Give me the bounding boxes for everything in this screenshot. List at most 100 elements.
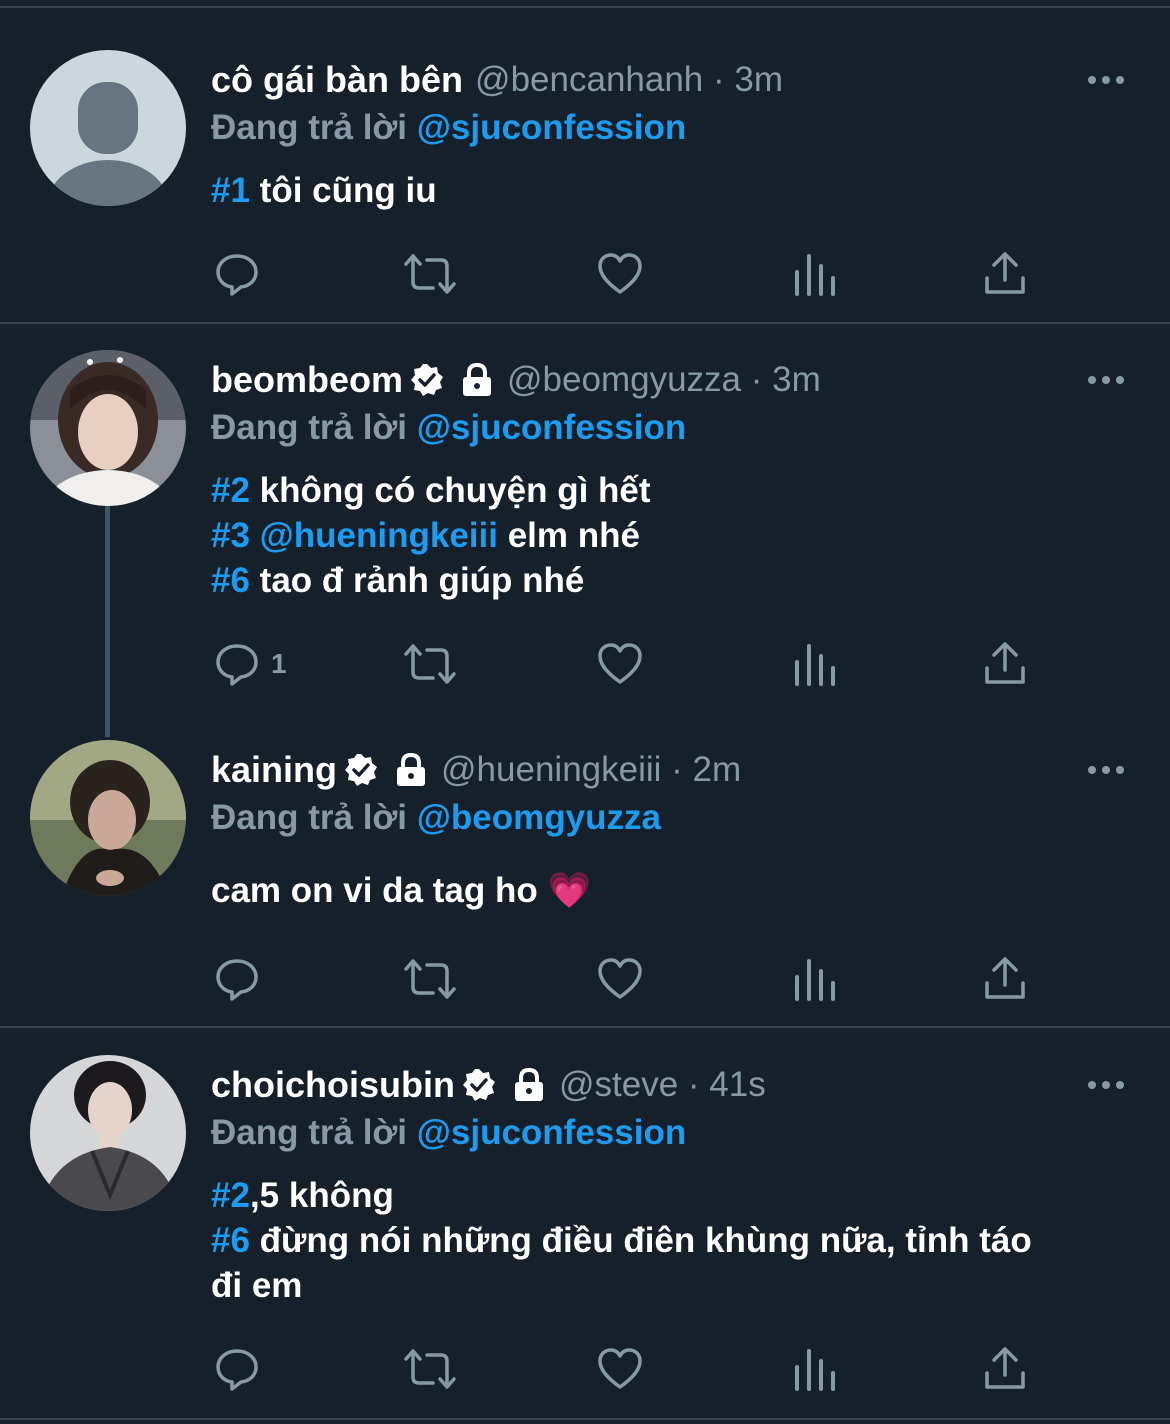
reply-mention-link[interactable]: @sjuconfession bbox=[417, 408, 686, 447]
more-icon[interactable] bbox=[1086, 758, 1126, 782]
tweet-text: tôi cũng iu bbox=[249, 171, 437, 210]
tweet-text-line: #3 @hueningkeiii elm nhé bbox=[211, 516, 640, 556]
more-icon[interactable] bbox=[1086, 1073, 1126, 1097]
lock-icon bbox=[397, 752, 426, 786]
reply-prefix: Đang trả lời bbox=[211, 108, 417, 147]
share-button[interactable] bbox=[981, 1344, 1029, 1394]
share-icon bbox=[985, 1347, 1025, 1389]
tweet-text: không có chuyện gì hết bbox=[249, 471, 651, 510]
share-button[interactable] bbox=[981, 954, 1029, 1004]
display-name[interactable]: beombeom bbox=[211, 359, 403, 401]
verified-badge-icon bbox=[345, 754, 378, 786]
lock-icon bbox=[463, 362, 492, 396]
avatar-default[interactable] bbox=[30, 50, 186, 206]
share-button[interactable] bbox=[981, 249, 1029, 299]
more-icon[interactable] bbox=[1086, 368, 1126, 392]
thread-line bbox=[105, 505, 110, 737]
reply-button[interactable] bbox=[213, 1344, 261, 1394]
like-button[interactable] bbox=[596, 639, 644, 689]
hashtag-link[interactable]: #1 bbox=[211, 171, 250, 210]
tweet-text: elm nhé bbox=[497, 516, 640, 555]
replying-to: Đang trả lời @sjuconfession bbox=[211, 1113, 686, 1153]
retweet-button[interactable] bbox=[401, 1344, 459, 1394]
avatar-beombeom[interactable] bbox=[30, 350, 186, 506]
hashtag-link[interactable]: #2 bbox=[211, 1176, 250, 1215]
reply-prefix: Đang trả lời bbox=[211, 798, 417, 837]
tweet-text-line: đi em bbox=[211, 1266, 302, 1306]
retweet-button[interactable] bbox=[401, 639, 459, 689]
replying-to: Đang trả lời @sjuconfession bbox=[211, 408, 686, 448]
heart-icon bbox=[598, 1348, 642, 1389]
tweet-text: đừng nói những điều điên khùng nữa, tỉnh… bbox=[249, 1221, 1032, 1260]
mention-link[interactable]: @hueningkeiii bbox=[250, 516, 498, 555]
share-icon bbox=[985, 642, 1025, 684]
display-name[interactable]: choichoisubin bbox=[211, 1064, 455, 1106]
reply-mention-link[interactable]: @beomgyuzza bbox=[417, 798, 661, 837]
lock-icon bbox=[515, 1067, 544, 1101]
reply-button[interactable] bbox=[213, 249, 261, 299]
analytics-icon bbox=[795, 1349, 835, 1391]
action-bar bbox=[211, 1344, 1051, 1394]
analytics-button[interactable] bbox=[791, 639, 839, 689]
analytics-icon bbox=[795, 959, 835, 1001]
hashtag-link[interactable]: #2 bbox=[211, 471, 250, 510]
reply-icon bbox=[216, 644, 258, 686]
handle-and-time[interactable]: @hueningkeiii · 2m bbox=[441, 750, 741, 790]
reply-button[interactable] bbox=[213, 954, 261, 1004]
heart-icon bbox=[598, 958, 642, 999]
analytics-button[interactable] bbox=[791, 1344, 839, 1394]
retweet-button[interactable] bbox=[401, 954, 459, 1004]
tweet-divider bbox=[0, 1026, 1170, 1028]
retweet-icon bbox=[404, 254, 456, 294]
retweet-icon bbox=[404, 1349, 456, 1389]
like-button[interactable] bbox=[596, 954, 644, 1004]
reply-prefix: Đang trả lời bbox=[211, 408, 417, 447]
analytics-button[interactable] bbox=[791, 954, 839, 1004]
share-button[interactable] bbox=[981, 639, 1029, 689]
analytics-icon bbox=[795, 254, 835, 296]
replying-to: Đang trả lời @beomgyuzza bbox=[211, 798, 661, 838]
like-button[interactable] bbox=[596, 1344, 644, 1394]
heart-emoji: 💗 bbox=[547, 871, 592, 910]
reply-mention-link[interactable]: @sjuconfession bbox=[417, 108, 686, 147]
reply-count: 1 bbox=[271, 648, 287, 679]
like-button[interactable] bbox=[596, 249, 644, 299]
verified-badge-icon bbox=[463, 1069, 496, 1101]
tweet-text-line: #2 không có chuyện gì hết bbox=[211, 471, 651, 511]
tweet-text: cam on vi da tag ho bbox=[211, 871, 548, 910]
tweet-text: đi em bbox=[211, 1266, 303, 1305]
reply-icon bbox=[216, 959, 258, 1001]
display-name[interactable]: kaining bbox=[211, 749, 337, 791]
retweet-button[interactable] bbox=[401, 249, 459, 299]
share-icon bbox=[985, 252, 1025, 294]
hashtag-link[interactable]: #6 bbox=[211, 561, 250, 600]
avatar-kaining[interactable] bbox=[30, 740, 186, 896]
analytics-button[interactable] bbox=[791, 249, 839, 299]
hashtag-link[interactable]: #3 bbox=[211, 516, 250, 555]
action-bar: 1 bbox=[211, 639, 1051, 689]
display-name[interactable]: cô gái bàn bên bbox=[211, 59, 463, 101]
action-bar bbox=[211, 954, 1051, 1004]
tweet-text-line: #6 tao đ rảnh giúp nhé bbox=[211, 561, 584, 601]
reply-button[interactable]: 1 bbox=[213, 639, 287, 689]
handle-and-time[interactable]: @steve · 41s bbox=[559, 1065, 766, 1105]
hashtag-link[interactable]: #6 bbox=[211, 1221, 250, 1260]
tweet-header: choichoisubin @steve · 41s bbox=[211, 1055, 766, 1115]
tweet-text-line: #2,5 không bbox=[211, 1176, 394, 1216]
heart-icon bbox=[598, 253, 642, 294]
action-bar bbox=[211, 249, 1051, 299]
tweet-text-line: cam on vi da tag ho 💗 bbox=[211, 870, 591, 911]
reply-mention-link[interactable]: @sjuconfession bbox=[417, 1113, 686, 1152]
tweet-header: kaining @hueningkeiii · 2m bbox=[211, 740, 741, 800]
analytics-icon bbox=[795, 644, 835, 686]
share-icon bbox=[985, 957, 1025, 999]
top-divider bbox=[0, 6, 1170, 8]
handle-and-time[interactable]: @beomgyuzza · 3m bbox=[507, 360, 821, 400]
bottom-divider bbox=[0, 1418, 1170, 1420]
tweet-text: ,5 không bbox=[249, 1176, 394, 1215]
tweet-header: beombeom @beomgyuzza · 3m bbox=[211, 350, 821, 410]
avatar-choichoisubin[interactable] bbox=[30, 1055, 186, 1211]
handle-and-time[interactable]: @bencanhanh · 3m bbox=[475, 60, 783, 100]
more-icon[interactable] bbox=[1086, 68, 1126, 92]
replying-to: Đang trả lời @sjuconfession bbox=[211, 108, 686, 148]
